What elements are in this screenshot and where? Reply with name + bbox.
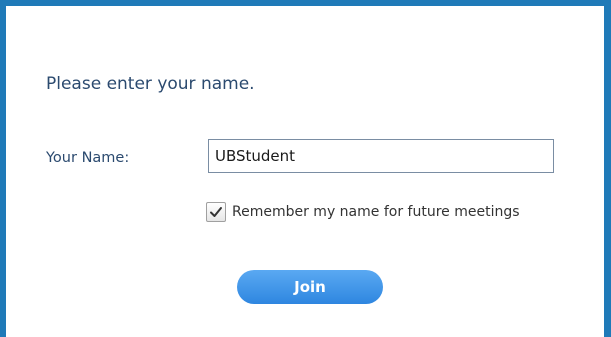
checkmark-icon (210, 207, 222, 217)
join-button[interactable]: Join (237, 270, 383, 304)
remember-name-option[interactable]: Remember my name for future meetings (206, 202, 520, 222)
dialog-prompt: Please enter your name. (46, 74, 255, 94)
remember-name-label: Remember my name for future meetings (232, 204, 520, 220)
your-name-input[interactable] (208, 139, 554, 173)
join-dialog: Please enter your name. Your Name: Remem… (6, 6, 604, 337)
remember-name-checkbox[interactable] (206, 202, 226, 222)
your-name-label: Your Name: (46, 150, 130, 166)
